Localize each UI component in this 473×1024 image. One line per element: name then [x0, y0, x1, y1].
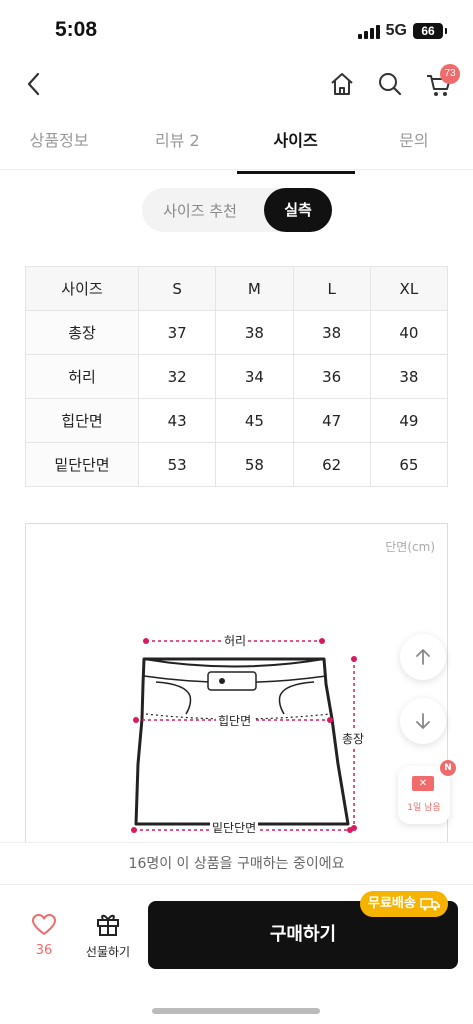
- coupon-ticket-icon: ✕: [412, 776, 434, 791]
- row-label: 밑단단면: [25, 442, 139, 487]
- table-row: 밑단단면 53 58 62 65: [25, 442, 449, 487]
- table-row: 힙단면 43 45 47 49: [25, 398, 449, 443]
- table-cell: 38: [369, 354, 449, 399]
- table-row: 총장 37 38 38 40: [25, 310, 449, 355]
- size-mode-toggle: 사이즈 추천 실측: [142, 188, 332, 232]
- arrow-up-icon: [416, 649, 430, 665]
- table-cell: 36: [292, 354, 371, 399]
- actual-measure-option[interactable]: 실측: [264, 188, 332, 232]
- like-count: 36: [35, 943, 53, 958]
- table-cell: 38: [292, 310, 371, 355]
- hem-label: 밑단단면: [210, 819, 259, 836]
- table-cell: 65: [369, 442, 449, 487]
- home-button[interactable]: [326, 68, 358, 100]
- table-cell: 62: [292, 442, 371, 487]
- battery-icon: 66: [413, 23, 447, 39]
- row-label: 허리: [25, 354, 139, 399]
- status-indicators: 5G 66: [357, 22, 447, 40]
- table-cell: 40: [369, 310, 449, 355]
- table-header: L: [292, 266, 371, 311]
- measurement-diagram: 단면(cm) 허리 힙단면 밑단단면 총장: [25, 523, 448, 863]
- length-label: 총장: [340, 730, 367, 747]
- scroll-up-button[interactable]: [400, 634, 446, 680]
- row-label: 힙단면: [25, 398, 139, 443]
- table-cell: 38: [215, 310, 294, 355]
- coupon-label: 1일 남음: [407, 803, 441, 813]
- table-header: S: [137, 266, 217, 311]
- gift-label: 선물하기: [85, 945, 131, 959]
- tab-product-info[interactable]: 상품정보: [0, 118, 118, 169]
- table-cell: 32: [137, 354, 217, 399]
- table-header: M: [215, 266, 294, 311]
- tab-reviews[interactable]: 리뷰 2: [118, 118, 236, 169]
- waist-label: 허리: [222, 632, 249, 649]
- table-cell: 34: [215, 354, 294, 399]
- product-tabs: 상품정보 리뷰 2 사이즈 문의: [0, 118, 473, 174]
- search-button[interactable]: [374, 68, 406, 100]
- network-label: 5G: [385, 22, 407, 39]
- free-shipping-label: 무료배송: [368, 896, 416, 911]
- tab-inquiry[interactable]: 문의: [355, 118, 473, 169]
- truck-icon: [420, 898, 440, 911]
- gift-icon: [97, 914, 119, 936]
- signal-icon: [357, 23, 380, 39]
- table-header: 사이즈: [25, 266, 139, 311]
- back-button[interactable]: [18, 68, 50, 100]
- home-icon: [331, 73, 353, 95]
- row-label: 총장: [25, 310, 139, 355]
- table-header-row: 사이즈 S M L XL: [25, 266, 449, 311]
- hip-label: 힙단면: [216, 712, 254, 729]
- arrow-down-icon: [416, 713, 430, 729]
- skirt-illustration: [131, 638, 357, 833]
- scroll-down-button[interactable]: [400, 698, 446, 744]
- table-cell: 47: [292, 398, 371, 443]
- purchase-notice: 16명이 이 상품을 구매하는 중이에요: [0, 842, 473, 884]
- table-cell: 45: [215, 398, 294, 443]
- free-shipping-badge: 무료배송: [360, 891, 448, 917]
- table-row: 허리 32 34 36 38: [25, 354, 449, 399]
- size-table: 사이즈 S M L XL 총장 37 38 38 40 허리 32 34 36 …: [25, 266, 449, 487]
- gift-button[interactable]: 선물하기: [80, 911, 136, 960]
- status-time: 5:08: [55, 18, 98, 41]
- table-cell: 43: [137, 398, 217, 443]
- tab-size[interactable]: 사이즈: [236, 118, 356, 174]
- size-recommend-option[interactable]: 사이즈 추천: [142, 200, 258, 221]
- status-bar: 5:08 5G 66: [0, 0, 473, 60]
- table-cell: 58: [215, 442, 294, 487]
- table-cell: 53: [137, 442, 217, 487]
- cart-count-badge: 73: [440, 64, 460, 84]
- coupon-button[interactable]: ✕ N 1일 남음: [398, 760, 456, 824]
- new-badge: N: [440, 760, 456, 776]
- heart-icon: [32, 914, 56, 935]
- chevron-left-icon: [27, 72, 40, 96]
- like-button[interactable]: 36: [24, 913, 64, 958]
- table-cell: 49: [369, 398, 449, 443]
- home-indicator: [152, 1008, 320, 1014]
- bottom-action-bar: 36 선물하기 구매하기 무료배송: [0, 884, 473, 984]
- table-cell: 37: [137, 310, 217, 355]
- table-header: XL: [369, 266, 449, 311]
- top-navigation: 73: [0, 60, 473, 110]
- cart-button[interactable]: 73: [422, 64, 460, 102]
- search-icon: [379, 73, 402, 96]
